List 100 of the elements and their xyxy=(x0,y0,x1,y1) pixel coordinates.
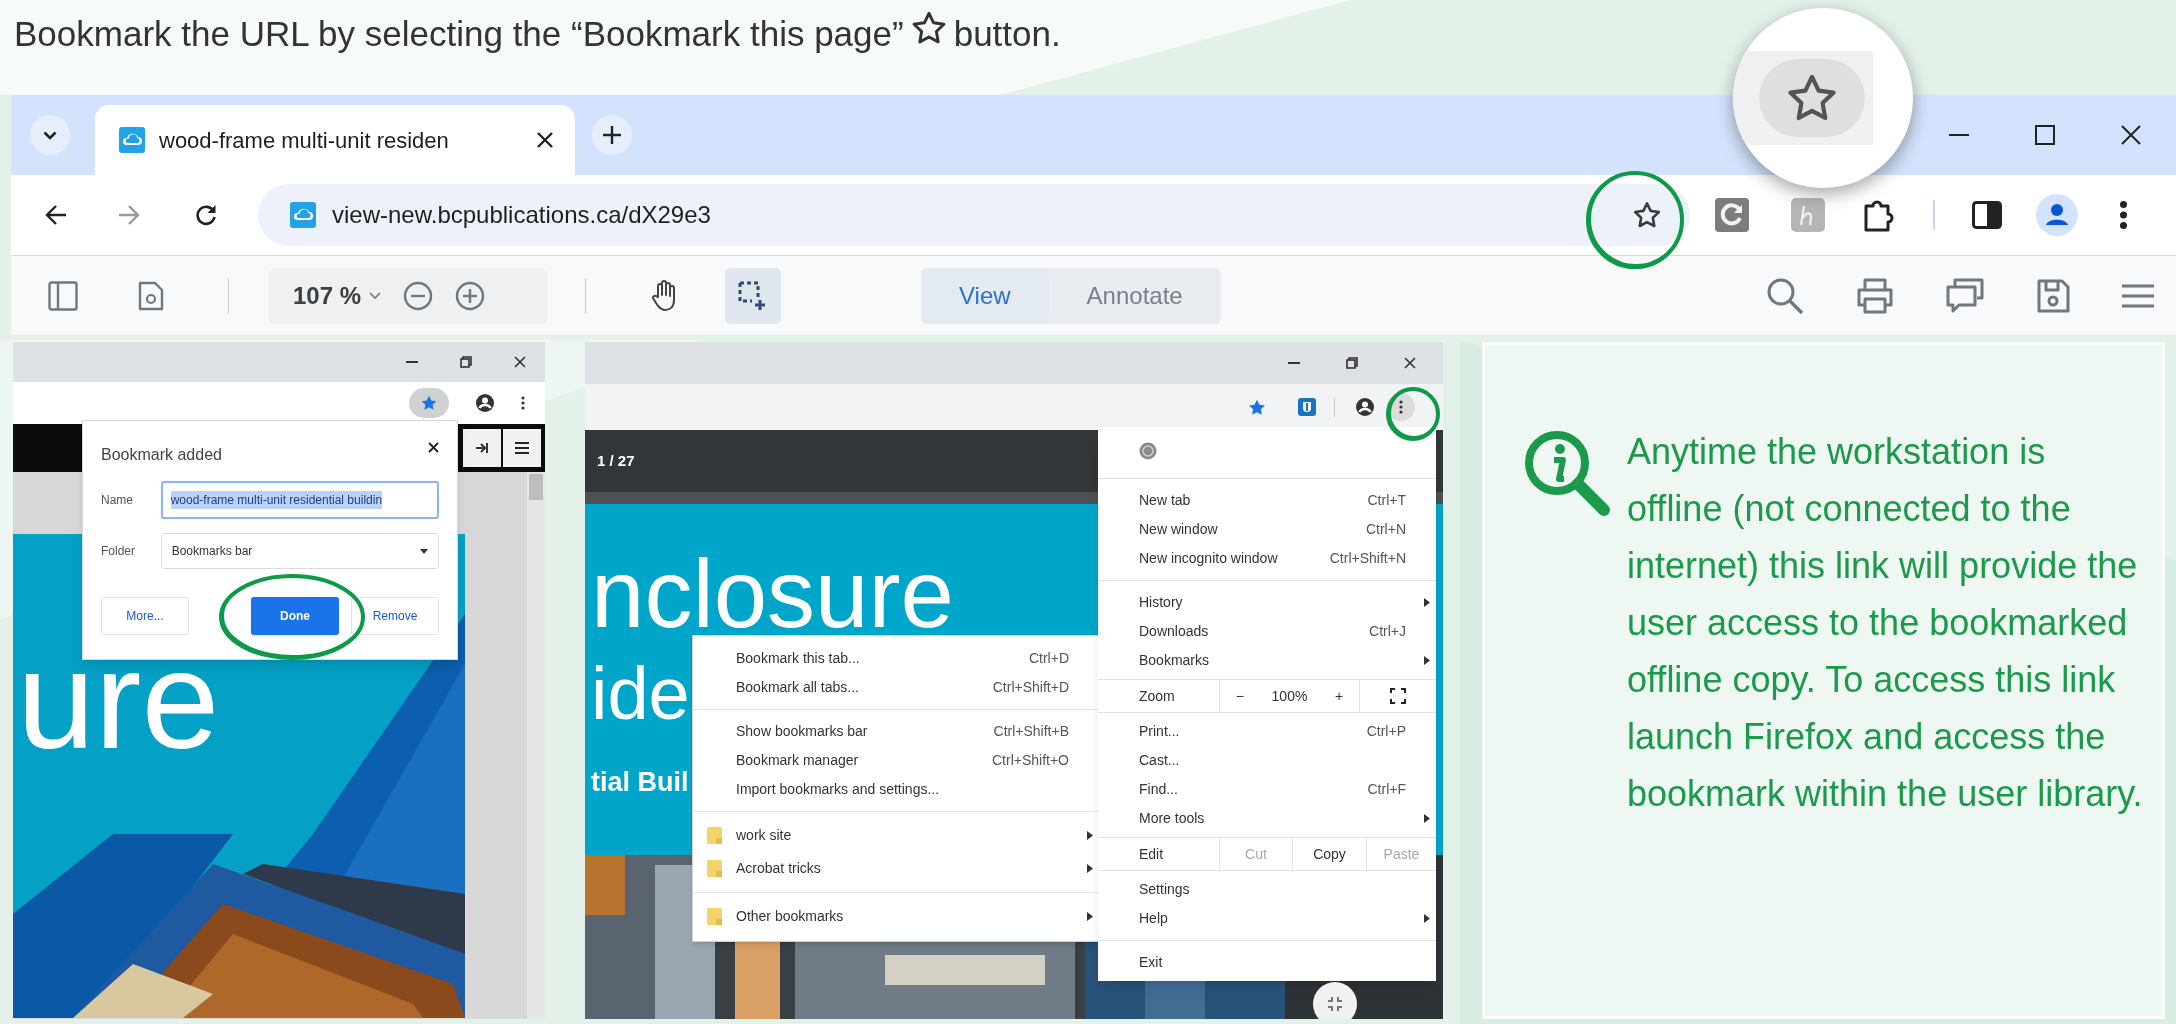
highlight-circle xyxy=(1385,386,1441,442)
name-input-field[interactable]: wood-frame multi-unit residential buildin xyxy=(160,481,439,519)
zoom-out-icon[interactable] xyxy=(403,280,434,311)
menu-item[interactable]: Show bookmarks bar Ctrl+Shift+B xyxy=(693,717,1099,746)
folder-icon xyxy=(707,908,722,925)
search-icon[interactable] xyxy=(1766,276,1804,315)
bookmark-star-button[interactable] xyxy=(409,388,449,418)
exit-button[interactable] xyxy=(463,429,501,467)
print-icon[interactable] xyxy=(1856,276,1894,315)
more-options-icon xyxy=(1399,400,1403,414)
close-icon[interactable] xyxy=(2121,125,2141,145)
menu-item[interactable]: Find... Ctrl+F xyxy=(1098,775,1436,804)
fullscreen-icon[interactable] xyxy=(1390,688,1406,704)
submenu-arrow-icon xyxy=(1424,598,1430,607)
maximize-icon[interactable] xyxy=(2035,125,2055,145)
select-tool-button[interactable] xyxy=(725,267,781,324)
globe-icon[interactable] xyxy=(1139,442,1157,460)
menu-icon[interactable] xyxy=(2122,283,2154,308)
star-outline-icon xyxy=(911,12,946,44)
chevron-down-icon xyxy=(369,292,382,299)
url-text: view-new.bcpublications.ca/dX29e3 xyxy=(332,200,711,230)
document-properties-icon[interactable] xyxy=(138,280,164,311)
menu-icon xyxy=(515,442,529,454)
marquee-select-icon xyxy=(738,280,768,311)
more-options-icon[interactable] xyxy=(521,396,525,410)
scrollbar[interactable] xyxy=(527,472,545,1019)
close-icon[interactable] xyxy=(514,356,526,368)
menu-item[interactable]: New tab Ctrl+T xyxy=(1098,486,1436,515)
bookmark-folder-item[interactable]: Acrobat tricks xyxy=(693,852,1099,885)
cover-subtitle: tial Buil xyxy=(591,766,689,799)
note-text: Anytime the workstation is offline (not connected to the internet) this link will provide the user access to the bookmarked offline copy. To access this link launch Firefox and access the bookmark within the user library. xyxy=(1626,430,2144,816)
account-icon[interactable] xyxy=(1355,397,1375,417)
close-icon[interactable] xyxy=(537,132,553,148)
exit-arrow-icon xyxy=(475,442,489,454)
cloud-favicon-icon xyxy=(290,202,316,228)
menu-item[interactable]: Bookmarks xyxy=(1098,646,1436,675)
submenu-arrow-icon xyxy=(1087,831,1093,840)
folder-dropdown[interactable]: Bookmarks bar xyxy=(160,533,439,569)
account-icon[interactable] xyxy=(475,393,495,413)
reload-icon[interactable] xyxy=(195,204,217,226)
bookmark-folder-item[interactable]: Other bookmarks xyxy=(693,900,1099,933)
menu-item[interactable]: Cast... xyxy=(1098,746,1436,775)
folder-icon xyxy=(707,860,722,877)
dialog-button[interactable]: Done xyxy=(251,597,339,635)
close-icon[interactable] xyxy=(428,441,439,453)
menu-item[interactable]: Exit xyxy=(1098,948,1436,977)
address-bar[interactable]: view-new.bcpublications.ca/dX29e3 xyxy=(258,184,1690,246)
menu-button[interactable] xyxy=(503,429,541,467)
menu-item[interactable]: Settings xyxy=(1098,875,1436,904)
field-label: Folder xyxy=(101,543,136,560)
forward-arrow-icon[interactable] xyxy=(118,205,140,225)
menu-item[interactable]: Import bookmarks and settings... xyxy=(693,775,1099,804)
side-panel-icon[interactable] xyxy=(1972,201,2002,229)
menu-item[interactable]: Bookmark all tabs... Ctrl+Shift+D xyxy=(693,673,1099,702)
mode-tab[interactable]: View xyxy=(921,267,1049,324)
menu-item[interactable]: Downloads Ctrl+J xyxy=(1098,617,1436,646)
cloud-favicon-icon xyxy=(119,127,145,153)
menu-item[interactable]: Print... Ctrl+P xyxy=(1098,717,1436,746)
browser-tab[interactable]: wood-frame multi-unit residen xyxy=(95,105,575,175)
submenu-arrow-icon xyxy=(1087,864,1093,873)
page-counter: 1 / 27 xyxy=(597,450,635,471)
save-icon[interactable] xyxy=(2036,277,2070,314)
dropdown-arrow-icon xyxy=(420,548,428,554)
menu-item[interactable]: Bookmark manager Ctrl+Shift+O xyxy=(693,746,1099,775)
plus-icon xyxy=(603,126,621,144)
dialog-button[interactable]: More... xyxy=(101,597,189,635)
sidebar-toggle-icon[interactable] xyxy=(48,280,78,311)
zoom-in-button[interactable]: + xyxy=(1331,685,1348,707)
menu-item[interactable]: More tools xyxy=(1098,804,1436,833)
restore-icon[interactable] xyxy=(460,356,472,368)
reload-extension-icon[interactable] xyxy=(1715,198,1749,232)
menu-label: Edit xyxy=(1138,844,1165,864)
folder-icon xyxy=(707,827,722,844)
bookmark-folder-item[interactable]: work site xyxy=(693,819,1099,852)
close-icon[interactable] xyxy=(1404,357,1416,369)
info-search-icon xyxy=(1523,429,1611,517)
field-label: Name xyxy=(101,492,134,509)
new-tab-button[interactable] xyxy=(592,115,632,155)
dialog-button[interactable]: Remove xyxy=(351,597,439,635)
instruction-text: button. xyxy=(953,13,1061,55)
back-arrow-icon[interactable] xyxy=(45,205,67,225)
tab-search-button[interactable] xyxy=(30,115,70,155)
comments-icon[interactable] xyxy=(1946,277,1984,314)
avatar-icon[interactable] xyxy=(2036,194,2078,236)
menu-item[interactable]: Bookmark this tab... Ctrl+D xyxy=(693,644,1099,673)
menu-item[interactable]: Help xyxy=(1098,904,1436,933)
target-icon xyxy=(1327,996,1343,1012)
menu-item[interactable]: History xyxy=(1098,588,1436,617)
shield-extension-icon[interactable] xyxy=(1298,398,1316,416)
instruction-text: Bookmark the URL by selecting the “Bookmark this page” xyxy=(14,13,904,55)
restore-icon[interactable] xyxy=(1346,357,1358,369)
star-icon[interactable] xyxy=(1634,202,1660,228)
star-icon[interactable] xyxy=(1248,398,1266,416)
edit-action-button[interactable]: Copy xyxy=(1293,838,1367,870)
zoom-in-icon[interactable] xyxy=(455,280,486,311)
more-options-icon[interactable] xyxy=(2120,201,2127,229)
chevron-down-icon xyxy=(43,130,57,140)
menu-item[interactable]: New incognito window Ctrl+Shift+N xyxy=(1098,544,1436,573)
zoom-out-button[interactable]: − xyxy=(1231,685,1248,707)
menu-item[interactable]: New window Ctrl+N xyxy=(1098,515,1436,544)
